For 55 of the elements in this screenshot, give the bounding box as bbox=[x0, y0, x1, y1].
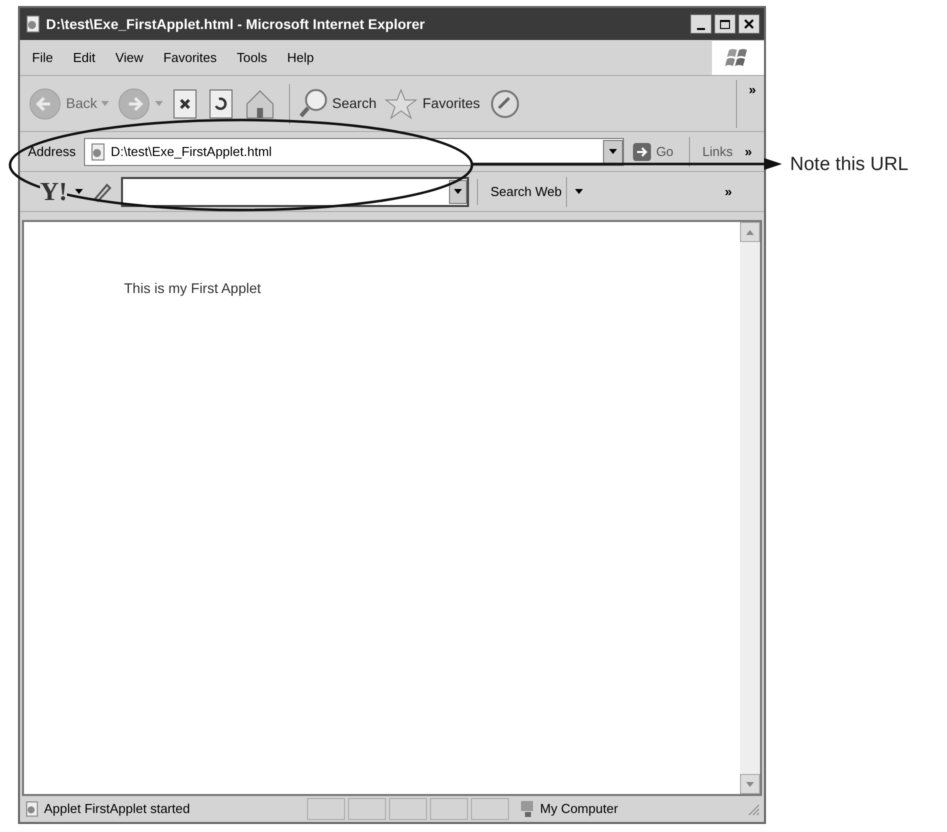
refresh-icon bbox=[207, 88, 236, 120]
dropdown-button[interactable] bbox=[603, 140, 624, 164]
status-text: Applet FirstApplet started bbox=[44, 800, 190, 818]
computer-icon bbox=[520, 800, 536, 818]
menu-item[interactable]: File bbox=[32, 48, 53, 68]
caret-icon bbox=[454, 189, 462, 194]
dropdown-arrow-icon[interactable] bbox=[574, 189, 583, 194]
status-pane bbox=[307, 798, 345, 820]
status-pane bbox=[471, 798, 509, 820]
menu-item[interactable]: View bbox=[115, 48, 144, 68]
status-pane bbox=[430, 798, 468, 820]
stop-icon bbox=[171, 88, 200, 120]
menu-item[interactable]: Edit bbox=[72, 48, 96, 68]
search-button[interactable]: Search bbox=[298, 84, 376, 124]
caret-icon bbox=[101, 101, 110, 106]
chevron-button[interactable]: » bbox=[744, 142, 760, 162]
links-button[interactable]: Links bbox=[694, 142, 741, 162]
menu-item[interactable]: Tools bbox=[236, 48, 268, 68]
page-icon bbox=[88, 142, 107, 160]
down-arrow-icon bbox=[746, 782, 754, 786]
dropdown-arrow-icon[interactable] bbox=[75, 189, 84, 194]
favorites-button[interactable]: Favorites bbox=[384, 84, 480, 124]
caret-icon bbox=[155, 101, 164, 106]
up-arrow-icon bbox=[746, 230, 754, 234]
status-pane bbox=[389, 798, 427, 820]
annotation-text: Note this URL bbox=[790, 153, 908, 177]
page-icon bbox=[24, 15, 42, 33]
resize-grip-icon[interactable] bbox=[746, 802, 760, 816]
dropdown-button[interactable] bbox=[449, 180, 468, 204]
scroll-up-button[interactable] bbox=[740, 222, 760, 242]
address-label: Address bbox=[27, 142, 77, 161]
go-button[interactable]: Go bbox=[628, 138, 678, 166]
close-button[interactable] bbox=[738, 14, 760, 34]
search-web-button[interactable]: Search Web bbox=[486, 176, 567, 206]
page-text: This is my First Applet bbox=[124, 279, 262, 298]
menu-item[interactable]: Favorites bbox=[163, 48, 217, 68]
menu-item[interactable]: Help bbox=[287, 48, 314, 68]
scroll-down-button[interactable] bbox=[740, 774, 760, 794]
status-pane bbox=[348, 798, 386, 820]
page-icon bbox=[24, 801, 40, 817]
forward-icon bbox=[117, 86, 152, 120]
scrollbar[interactable] bbox=[740, 222, 760, 794]
window-title: D:\test\Exe_FirstApplet.html - Microsoft Internet Explorer bbox=[46, 14, 426, 34]
caret-icon bbox=[609, 149, 618, 154]
chevron-button[interactable]: » bbox=[736, 80, 764, 128]
close-icon bbox=[744, 19, 754, 29]
address-field[interactable]: D:\test\Exe_FirstApplet.html bbox=[84, 138, 624, 166]
maximize-button[interactable] bbox=[714, 14, 736, 34]
search-icon bbox=[298, 88, 328, 120]
favorites-icon bbox=[384, 88, 418, 120]
zone-text: My Computer bbox=[540, 800, 618, 818]
back-icon bbox=[28, 86, 62, 120]
chevron-button[interactable]: » bbox=[724, 182, 732, 202]
search-field[interactable] bbox=[121, 176, 470, 206]
minimize-button[interactable] bbox=[690, 14, 712, 34]
